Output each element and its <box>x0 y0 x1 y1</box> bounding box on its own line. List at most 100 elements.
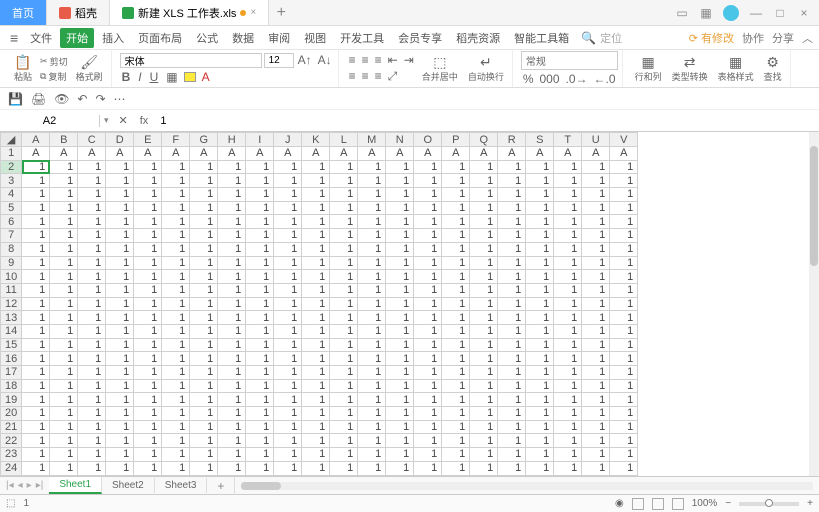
cell-F22[interactable]: 1 <box>162 434 190 448</box>
rowcol-button[interactable]: ▦行和列 <box>631 55 666 83</box>
cell-K17[interactable]: 1 <box>302 366 330 380</box>
cell-V12[interactable]: 1 <box>610 297 638 311</box>
cell-C13[interactable]: 1 <box>78 311 106 325</box>
cell-D4[interactable]: 1 <box>106 188 134 202</box>
row-header-2[interactable]: 2 <box>1 160 22 174</box>
cell-F16[interactable]: 1 <box>162 352 190 366</box>
cell-J6[interactable]: 1 <box>274 215 302 229</box>
cell-H12[interactable]: 1 <box>218 297 246 311</box>
cell-J8[interactable]: 1 <box>274 242 302 256</box>
cell-E21[interactable]: 1 <box>134 420 162 434</box>
cell-J9[interactable]: 1 <box>274 256 302 270</box>
cell-D13[interactable]: 1 <box>106 311 134 325</box>
cell-T18[interactable]: 1 <box>554 379 582 393</box>
tab-home[interactable]: 首页 <box>0 0 47 25</box>
cell-Q19[interactable]: 1 <box>470 393 498 407</box>
cell-L2[interactable]: 1 <box>330 160 358 174</box>
cell-O20[interactable]: 1 <box>414 407 442 421</box>
cell-R13[interactable]: 1 <box>498 311 526 325</box>
cell-M20[interactable]: 1 <box>358 407 386 421</box>
cell-H8[interactable]: 1 <box>218 242 246 256</box>
cell-E9[interactable]: 1 <box>134 256 162 270</box>
cell-O3[interactable]: 1 <box>414 174 442 188</box>
cell-J23[interactable]: 1 <box>274 448 302 462</box>
cell-P23[interactable]: 1 <box>442 448 470 462</box>
cell-P15[interactable]: 1 <box>442 338 470 352</box>
cell-L16[interactable]: 1 <box>330 352 358 366</box>
cell-Q22[interactable]: 1 <box>470 434 498 448</box>
cell-A17[interactable]: 1 <box>22 366 50 380</box>
sheet-first-icon[interactable]: |◂ <box>6 480 14 491</box>
cell-F9[interactable]: 1 <box>162 256 190 270</box>
menu-start[interactable]: 开始 <box>60 28 94 48</box>
cell-R7[interactable]: 1 <box>498 229 526 243</box>
menu-view[interactable]: 视图 <box>298 28 332 48</box>
cell-O1[interactable]: A <box>414 147 442 161</box>
col-header-J[interactable]: J <box>274 133 302 147</box>
dec-dec-icon[interactable]: ←.0 <box>592 72 618 86</box>
row-header-21[interactable]: 21 <box>1 420 22 434</box>
cell-G21[interactable]: 1 <box>190 420 218 434</box>
cell-N9[interactable]: 1 <box>386 256 414 270</box>
cell-H14[interactable]: 1 <box>218 324 246 338</box>
sync-status[interactable]: ⟳ 有修改 <box>689 30 734 46</box>
cell-M14[interactable]: 1 <box>358 324 386 338</box>
cell-N10[interactable]: 1 <box>386 270 414 284</box>
cell-U21[interactable]: 1 <box>582 420 610 434</box>
cell-Q13[interactable]: 1 <box>470 311 498 325</box>
cell-T1[interactable]: A <box>554 147 582 161</box>
cell-E10[interactable]: 1 <box>134 270 162 284</box>
cell-O9[interactable]: 1 <box>414 256 442 270</box>
cell-G16[interactable]: 1 <box>190 352 218 366</box>
cell-A23[interactable]: 1 <box>22 448 50 462</box>
cell-U13[interactable]: 1 <box>582 311 610 325</box>
row-header-20[interactable]: 20 <box>1 407 22 421</box>
cell-T7[interactable]: 1 <box>554 229 582 243</box>
cell-F17[interactable]: 1 <box>162 366 190 380</box>
cell-G8[interactable]: 1 <box>190 242 218 256</box>
cell-B19[interactable]: 1 <box>50 393 78 407</box>
cell-S10[interactable]: 1 <box>526 270 554 284</box>
paste-button[interactable]: 📋粘贴 <box>10 55 36 83</box>
cell-E23[interactable]: 1 <box>134 448 162 462</box>
cell-J4[interactable]: 1 <box>274 188 302 202</box>
cell-H11[interactable]: 1 <box>218 283 246 297</box>
cell-V17[interactable]: 1 <box>610 366 638 380</box>
cell-E4[interactable]: 1 <box>134 188 162 202</box>
dec-font-icon[interactable]: A↓ <box>316 53 334 68</box>
col-header-A[interactable]: A <box>22 133 50 147</box>
cell-N4[interactable]: 1 <box>386 188 414 202</box>
cell-H24[interactable]: 1 <box>218 461 246 475</box>
cell-U4[interactable]: 1 <box>582 188 610 202</box>
cell-D24[interactable]: 1 <box>106 461 134 475</box>
cell-Q11[interactable]: 1 <box>470 283 498 297</box>
cell-J17[interactable]: 1 <box>274 366 302 380</box>
cell-F6[interactable]: 1 <box>162 215 190 229</box>
col-header-T[interactable]: T <box>554 133 582 147</box>
cell-M22[interactable]: 1 <box>358 434 386 448</box>
formula-input[interactable]: 1 <box>154 115 819 127</box>
minimize-button[interactable]: — <box>749 6 763 20</box>
cell-E20[interactable]: 1 <box>134 407 162 421</box>
cell-R12[interactable]: 1 <box>498 297 526 311</box>
cell-Q5[interactable]: 1 <box>470 201 498 215</box>
cell-T6[interactable]: 1 <box>554 215 582 229</box>
cell-P2[interactable]: 1 <box>442 160 470 174</box>
cell-I24[interactable]: 1 <box>246 461 274 475</box>
font-color-button[interactable]: A <box>200 70 212 84</box>
cell-N18[interactable]: 1 <box>386 379 414 393</box>
cell-F11[interactable]: 1 <box>162 283 190 297</box>
cell-Q1[interactable]: A <box>470 147 498 161</box>
cell-E11[interactable]: 1 <box>134 283 162 297</box>
cell-N1[interactable]: A <box>386 147 414 161</box>
cell-F8[interactable]: 1 <box>162 242 190 256</box>
cell-C23[interactable]: 1 <box>78 448 106 462</box>
cell-H20[interactable]: 1 <box>218 407 246 421</box>
cell-E6[interactable]: 1 <box>134 215 162 229</box>
align-center-icon[interactable]: ≡ <box>360 69 371 84</box>
cell-L10[interactable]: 1 <box>330 270 358 284</box>
cell-G5[interactable]: 1 <box>190 201 218 215</box>
cell-B10[interactable]: 1 <box>50 270 78 284</box>
cell-F18[interactable]: 1 <box>162 379 190 393</box>
cell-H10[interactable]: 1 <box>218 270 246 284</box>
